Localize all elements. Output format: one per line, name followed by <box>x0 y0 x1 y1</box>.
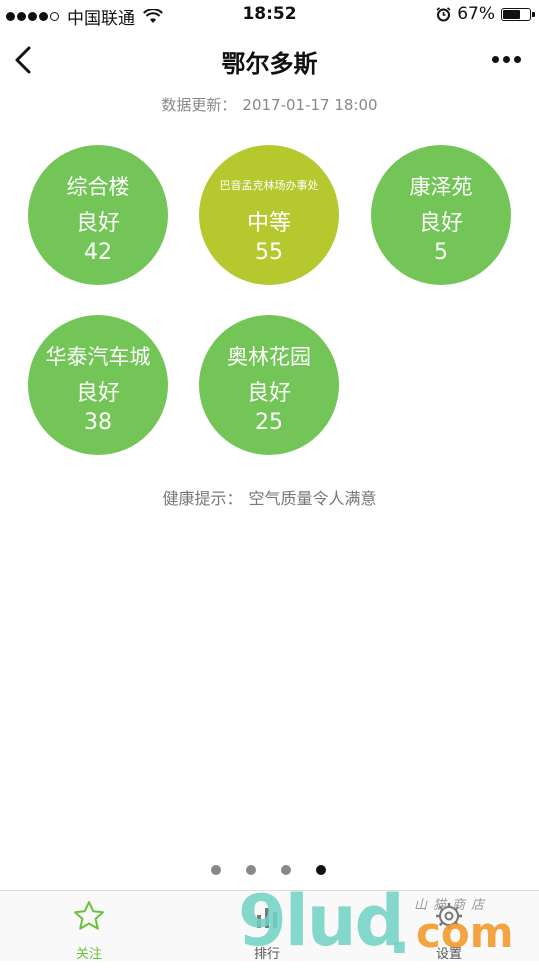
tab-ranking[interactable]: 排行 <box>212 891 322 962</box>
page-title: 鄂尔多斯 <box>221 50 318 78</box>
page-dot[interactable] <box>316 865 326 875</box>
station-name: 奥林花园 <box>227 345 311 369</box>
station-circle[interactable]: 综合楼 良好 42 <box>28 145 168 285</box>
station-aqi: 25 <box>255 410 283 435</box>
station-level: 中等 <box>246 211 291 236</box>
health-text: 空气质量令人满意 <box>248 489 377 508</box>
battery-fill <box>503 9 520 19</box>
more-icon[interactable] <box>488 56 521 63</box>
update-time: 2017-01-17 18:00 <box>242 96 378 114</box>
station-name: 综合楼 <box>66 175 130 199</box>
nav-bar: 鄂尔多斯 <box>0 32 539 88</box>
alarm-icon <box>436 6 451 21</box>
station-name: 康泽苑 <box>409 175 473 199</box>
status-right: 67% <box>436 4 535 24</box>
battery-icon <box>501 7 535 21</box>
tab-label: 排行 <box>253 947 280 962</box>
star-icon <box>74 901 104 930</box>
station-circle[interactable]: 康泽苑 良好 5 <box>371 145 511 285</box>
update-info: 数据更新： 2017-01-17 18:00 <box>0 94 539 115</box>
gear-icon <box>436 903 462 929</box>
station-circle[interactable]: 巴音孟克林场办事处 中等 55 <box>199 145 339 285</box>
station-level: 良好 <box>75 381 120 406</box>
station-name: 巴音孟克林场办事处 <box>219 179 319 192</box>
tab-label: 设置 <box>435 947 462 962</box>
station-aqi: 55 <box>255 240 283 265</box>
tab-label: 关注 <box>75 947 102 962</box>
station-circle[interactable]: 奥林花园 良好 25 <box>199 315 339 455</box>
health-tip: 健康提示： 空气质量令人满意 <box>0 485 539 509</box>
update-label: 数据更新： <box>161 96 237 114</box>
station-level: 良好 <box>246 381 291 406</box>
station-name: 华泰汽车城 <box>45 345 151 369</box>
health-label: 健康提示： <box>162 489 243 508</box>
tab-settings[interactable]: 设置 <box>394 891 504 962</box>
station-aqi: 42 <box>84 240 112 265</box>
station-aqi: 38 <box>84 410 112 435</box>
station-level: 良好 <box>75 211 120 236</box>
page-dot[interactable] <box>246 865 256 875</box>
bar-chart-icon <box>257 908 277 928</box>
status-bar: 中国联通 18:52 67% <box>0 0 539 32</box>
battery-percent: 67% <box>457 4 495 24</box>
station-aqi: 5 <box>434 240 448 265</box>
page-dot[interactable] <box>281 865 291 875</box>
page-dot[interactable] <box>211 865 221 875</box>
tab-bar: 关注 排行 设置 <box>0 890 539 962</box>
page-indicator <box>211 865 351 875</box>
tab-follow[interactable]: 关注 <box>34 891 144 962</box>
station-circle[interactable]: 华泰汽车城 良好 38 <box>28 315 168 455</box>
station-level: 良好 <box>418 211 463 236</box>
